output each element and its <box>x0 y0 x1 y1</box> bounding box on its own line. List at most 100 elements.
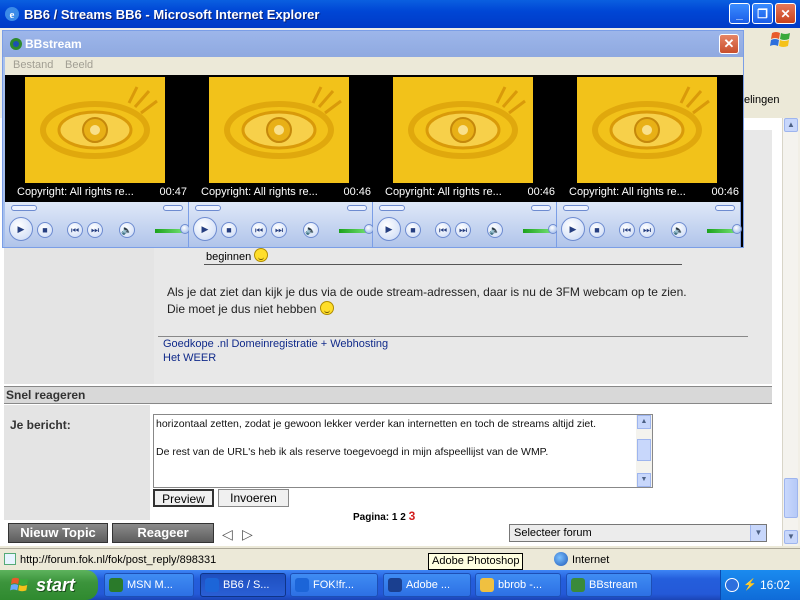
video-frame <box>557 75 741 202</box>
mute-icon[interactable]: 🔈 <box>303 222 319 238</box>
copyright-label: Copyright: All rights re... <box>569 186 686 198</box>
prev-arrow-icon[interactable]: ◁ <box>222 526 233 543</box>
seek-bar[interactable] <box>561 205 737 211</box>
app-icon <box>205 578 219 592</box>
pagination: Pagina: 1 2 3 <box>353 509 416 523</box>
scroll-down-icon[interactable]: ▼ <box>637 473 651 487</box>
clock: 16:02 <box>759 578 790 592</box>
message-textarea[interactable]: horizontaal zetten, zodat je gewoon lekk… <box>153 414 653 488</box>
app-icon <box>388 578 402 592</box>
copyright-label: Copyright: All rights re... <box>201 186 318 198</box>
invoeren-button[interactable]: Invoeren <box>218 489 289 507</box>
new-topic-button[interactable]: Nieuw Topic <box>8 523 108 543</box>
elapsed-time: 00:46 <box>527 186 555 198</box>
page-link-1[interactable]: 1 <box>392 512 398 523</box>
eye-logo <box>209 77 349 183</box>
page-scrollbar[interactable]: ▲ ▼ <box>782 118 798 546</box>
volume-knob[interactable] <box>732 224 742 234</box>
page-scroll-thumb[interactable] <box>784 478 798 518</box>
stop-icon[interactable]: ■ <box>589 222 605 238</box>
play-icon[interactable]: ▶ <box>9 217 33 241</box>
scroll-down-icon[interactable]: ▼ <box>784 530 798 544</box>
app-icon <box>295 578 309 592</box>
taskbar-item-3[interactable]: FOK!fr... <box>290 573 378 597</box>
video-frame <box>189 75 373 202</box>
elapsed-time: 00:46 <box>343 186 371 198</box>
chevron-down-icon[interactable]: ▼ <box>750 525 766 541</box>
seek-bar[interactable] <box>9 205 185 211</box>
bbstream-close-button[interactable]: ✕ <box>719 34 739 54</box>
player-controls: ▶ ■ ⏮ ⏭ 🔈 <box>189 202 374 247</box>
ie-logo-icon: e <box>5 7 19 21</box>
bbstream-logo-icon <box>10 38 22 50</box>
bbstream-title-bar[interactable]: BBstream ✕ <box>3 31 743 57</box>
page-link-2[interactable]: 2 <box>400 512 406 523</box>
textarea-scrollbar[interactable]: ▲ ▼ <box>636 415 652 487</box>
play-icon[interactable]: ▶ <box>193 217 217 241</box>
next-icon[interactable]: ⏭ <box>87 222 103 238</box>
mededelingen-link[interactable]: elingen <box>744 94 779 106</box>
taskbar-item-2[interactable]: BB6 / S... <box>200 573 286 597</box>
seek-bar[interactable] <box>193 205 369 211</box>
previous-icon[interactable]: ⏮ <box>67 222 83 238</box>
mute-icon[interactable]: 🔈 <box>119 222 135 238</box>
close-button[interactable]: ✕ <box>775 3 796 24</box>
status-zone: Internet <box>572 554 610 566</box>
menu-bestand[interactable]: Bestand <box>13 59 53 71</box>
taskbar-item-4[interactable]: Adobe ... <box>383 573 471 597</box>
copyright-label: Copyright: All rights re... <box>17 186 134 198</box>
reply-button[interactable]: Reageer <box>112 523 214 543</box>
video-caption: Copyright: All rights re... 00:46 <box>373 186 557 200</box>
taskbar-item-6[interactable]: BBstream <box>566 573 652 597</box>
next-icon[interactable]: ⏭ <box>455 222 471 238</box>
next-arrow-icon[interactable]: ▷ <box>242 526 253 543</box>
bbstream-menu: Bestand Beeld <box>5 57 743 75</box>
quick-reply-header: Snel reageren <box>4 386 772 404</box>
mute-icon[interactable]: 🔈 <box>487 222 503 238</box>
mute-icon[interactable]: 🔈 <box>671 222 687 238</box>
status-url: http://forum.fok.nl/fok/post_reply/89833… <box>20 554 217 566</box>
next-icon[interactable]: ⏭ <box>271 222 287 238</box>
play-icon[interactable]: ▶ <box>561 217 585 241</box>
stop-icon[interactable]: ■ <box>405 222 421 238</box>
tooltip: Adobe Photoshop <box>428 553 524 570</box>
ie-window-title: BB6 / Streams BB6 - Microsoft Internet E… <box>24 6 320 22</box>
video-frame <box>373 75 557 202</box>
video-frame <box>5 75 189 202</box>
next-icon[interactable]: ⏭ <box>639 222 655 238</box>
seek-bar[interactable] <box>377 205 553 211</box>
taskbar-item-1[interactable]: MSN M... <box>104 573 194 597</box>
minimize-button[interactable]: _ <box>729 3 750 24</box>
network-tray-icon[interactable]: ⚡ <box>743 578 757 592</box>
play-icon[interactable]: ▶ <box>377 217 401 241</box>
windows-flag-icon <box>10 577 29 592</box>
forum-select[interactable]: Selecteer forum ▼ <box>509 524 767 542</box>
previous-icon[interactable]: ⏮ <box>435 222 451 238</box>
start-button[interactable]: start <box>0 570 98 600</box>
video-caption: Copyright: All rights re... 00:46 <box>557 186 741 200</box>
smiley-icon <box>254 248 269 262</box>
signature-link-domain[interactable]: Goedkope .nl Domeinregistratie + Webhost… <box>163 337 388 351</box>
scroll-up-icon[interactable]: ▲ <box>637 415 651 429</box>
video-caption: Copyright: All rights re... 00:47 <box>5 186 189 200</box>
preview-button[interactable]: Preview <box>153 489 214 507</box>
menu-beeld[interactable]: Beeld <box>65 59 93 71</box>
ie-title-bar[interactable]: e BB6 / Streams BB6 - Microsoft Internet… <box>0 0 800 28</box>
maximize-button[interactable]: ❐ <box>752 3 773 24</box>
page-current: 3 <box>408 509 416 523</box>
message-line-1: horizontaal zetten, zodat je gewoon lekk… <box>156 418 597 430</box>
internet-zone-icon <box>554 552 568 566</box>
taskbar-item-5[interactable]: bbrob -... <box>475 573 561 597</box>
ie-status-bar: http://forum.fok.nl/fok/post_reply/89833… <box>0 548 800 570</box>
signature-link-weer[interactable]: Het WEER <box>163 351 388 365</box>
stop-icon[interactable]: ■ <box>37 222 53 238</box>
back-tray-icon[interactable] <box>725 578 739 592</box>
stop-icon[interactable]: ■ <box>221 222 237 238</box>
scroll-thumb[interactable] <box>637 439 651 461</box>
bbstream-window: BBstream ✕ Bestand Beeld Copyright: All … <box>2 30 744 248</box>
previous-icon[interactable]: ⏮ <box>251 222 267 238</box>
player-controls: ▶ ■ ⏮ ⏭ 🔈 <box>373 202 558 247</box>
previous-icon[interactable]: ⏮ <box>619 222 635 238</box>
video-player-4: Copyright: All rights re... 00:46 ▶ ■ ⏮ … <box>557 75 742 247</box>
scroll-up-icon[interactable]: ▲ <box>784 118 798 132</box>
